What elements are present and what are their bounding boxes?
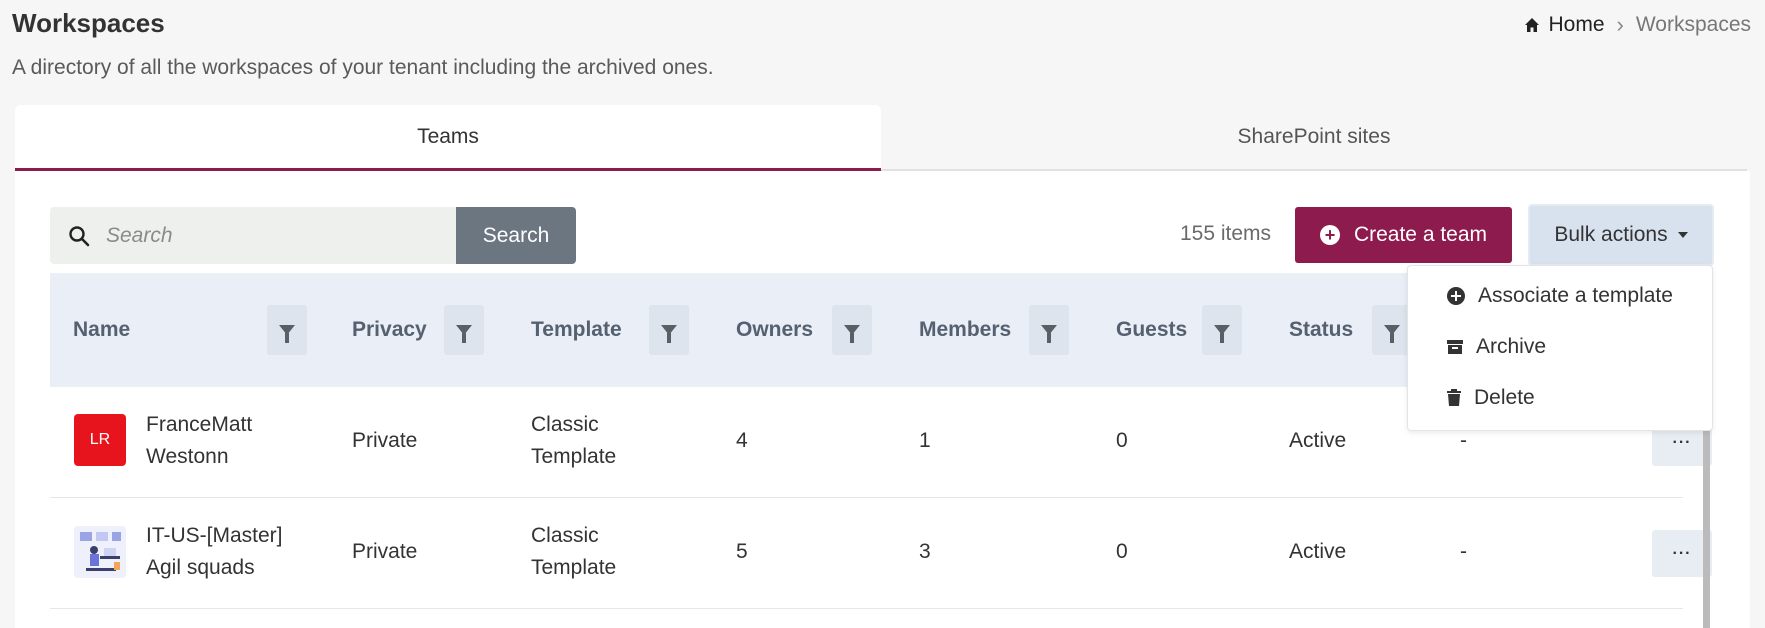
row-extra: - bbox=[1460, 540, 1467, 563]
row-template: Classic Template bbox=[531, 409, 616, 473]
row-name[interactable]: FranceMatt Westonn bbox=[146, 409, 252, 473]
column-header-members[interactable]: Members bbox=[919, 273, 1011, 387]
row-name-line2: Westonn bbox=[146, 445, 229, 468]
bulk-actions-button[interactable]: Bulk actions bbox=[1528, 204, 1714, 266]
row-owners: 4 bbox=[736, 429, 748, 452]
column-header-owners[interactable]: Owners bbox=[736, 273, 813, 387]
row-template: Classic Template bbox=[531, 520, 616, 584]
row-guests: 0 bbox=[1116, 429, 1128, 452]
column-header-guests[interactable]: Guests bbox=[1116, 273, 1187, 387]
row-owners: 5 bbox=[736, 540, 748, 563]
row-privacy: Private bbox=[352, 429, 418, 452]
create-team-label: Create a team bbox=[1353, 223, 1488, 246]
trash-icon bbox=[1447, 389, 1461, 406]
row-members: 1 bbox=[919, 429, 931, 452]
archive-icon bbox=[1447, 340, 1463, 354]
breadcrumb-home[interactable]: Home bbox=[1524, 13, 1605, 37]
menu-item-delete[interactable]: Delete bbox=[1446, 386, 1535, 410]
row-template-line1: Classic bbox=[531, 524, 599, 547]
menu-item-archive[interactable]: Archive bbox=[1446, 335, 1546, 359]
filter-name-button[interactable] bbox=[267, 305, 307, 355]
menu-item-label: Delete bbox=[1474, 386, 1535, 409]
column-header-template[interactable]: Template bbox=[531, 273, 622, 387]
plus-circle-icon: + bbox=[1319, 225, 1340, 245]
tab-bar: Teams SharePoint sites bbox=[15, 105, 1750, 171]
avatar: LR bbox=[74, 414, 126, 466]
row-template-line2: Template bbox=[531, 445, 617, 468]
row-name-line1: FranceMatt bbox=[146, 413, 253, 436]
bulk-actions-menu: Associate a template Archive Delete bbox=[1407, 265, 1713, 431]
row-name-line2: Agil squads bbox=[146, 556, 255, 579]
table-row[interactable]: IT-US-[Master] Agil squads Private Class… bbox=[50, 498, 1712, 609]
filter-status-button[interactable] bbox=[1372, 305, 1412, 355]
filter-icon bbox=[844, 325, 860, 343]
filter-icon bbox=[1384, 325, 1400, 343]
row-name-line1: IT-US-[Master] bbox=[146, 524, 283, 547]
filter-icon bbox=[279, 325, 295, 343]
row-template-line2: Template bbox=[531, 556, 617, 579]
filter-privacy-button[interactable] bbox=[444, 305, 484, 355]
filter-owners-button[interactable] bbox=[832, 305, 872, 355]
tab-teams[interactable]: Teams bbox=[15, 105, 881, 171]
row-template-line1: Classic bbox=[531, 413, 599, 436]
filter-icon bbox=[1214, 325, 1230, 343]
row-status: Active bbox=[1289, 540, 1347, 563]
item-count: 155 items bbox=[1180, 222, 1272, 245]
chevron-right-icon: › bbox=[1616, 12, 1624, 37]
caret-down-icon bbox=[1677, 232, 1688, 238]
create-team-button[interactable]: + Create a team bbox=[1295, 207, 1512, 263]
search-icon bbox=[69, 225, 90, 246]
breadcrumb-home-label: Home bbox=[1548, 13, 1605, 36]
bulk-actions-label: Bulk actions bbox=[1554, 223, 1668, 246]
filter-icon bbox=[456, 325, 472, 343]
row-members: 3 bbox=[919, 540, 931, 563]
filter-template-button[interactable] bbox=[649, 305, 689, 355]
home-icon bbox=[1525, 18, 1540, 32]
row-status: Active bbox=[1289, 429, 1347, 452]
column-header-status[interactable]: Status bbox=[1289, 273, 1353, 387]
search-box bbox=[50, 207, 456, 264]
filter-icon bbox=[661, 325, 677, 343]
menu-item-label: Associate a template bbox=[1478, 284, 1673, 307]
breadcrumb-current: Workspaces bbox=[1635, 13, 1751, 36]
filter-members-button[interactable] bbox=[1029, 305, 1069, 355]
breadcrumb: Home › Workspaces bbox=[1524, 12, 1751, 38]
workspace-illustration-icon bbox=[74, 526, 126, 578]
row-privacy: Private bbox=[352, 540, 418, 563]
column-header-privacy[interactable]: Privacy bbox=[352, 273, 427, 387]
page-title: Workspaces bbox=[12, 8, 165, 38]
search-input[interactable] bbox=[106, 223, 406, 248]
page-subtitle: A directory of all the workspaces of you… bbox=[12, 56, 714, 79]
team-illustration-avatar bbox=[74, 526, 126, 578]
scrollbar[interactable] bbox=[1703, 429, 1710, 628]
filter-icon bbox=[1041, 325, 1057, 343]
search-button[interactable]: Search bbox=[456, 207, 576, 264]
column-header-name[interactable]: Name bbox=[73, 273, 130, 387]
row-guests: 0 bbox=[1116, 540, 1128, 563]
plus-circle-icon bbox=[1447, 287, 1465, 305]
tab-sharepoint-sites[interactable]: SharePoint sites bbox=[881, 105, 1747, 171]
row-name[interactable]: IT-US-[Master] Agil squads bbox=[146, 520, 283, 584]
filter-guests-button[interactable] bbox=[1202, 305, 1242, 355]
menu-item-label: Archive bbox=[1476, 335, 1547, 358]
menu-item-associate-template[interactable]: Associate a template bbox=[1446, 284, 1673, 308]
